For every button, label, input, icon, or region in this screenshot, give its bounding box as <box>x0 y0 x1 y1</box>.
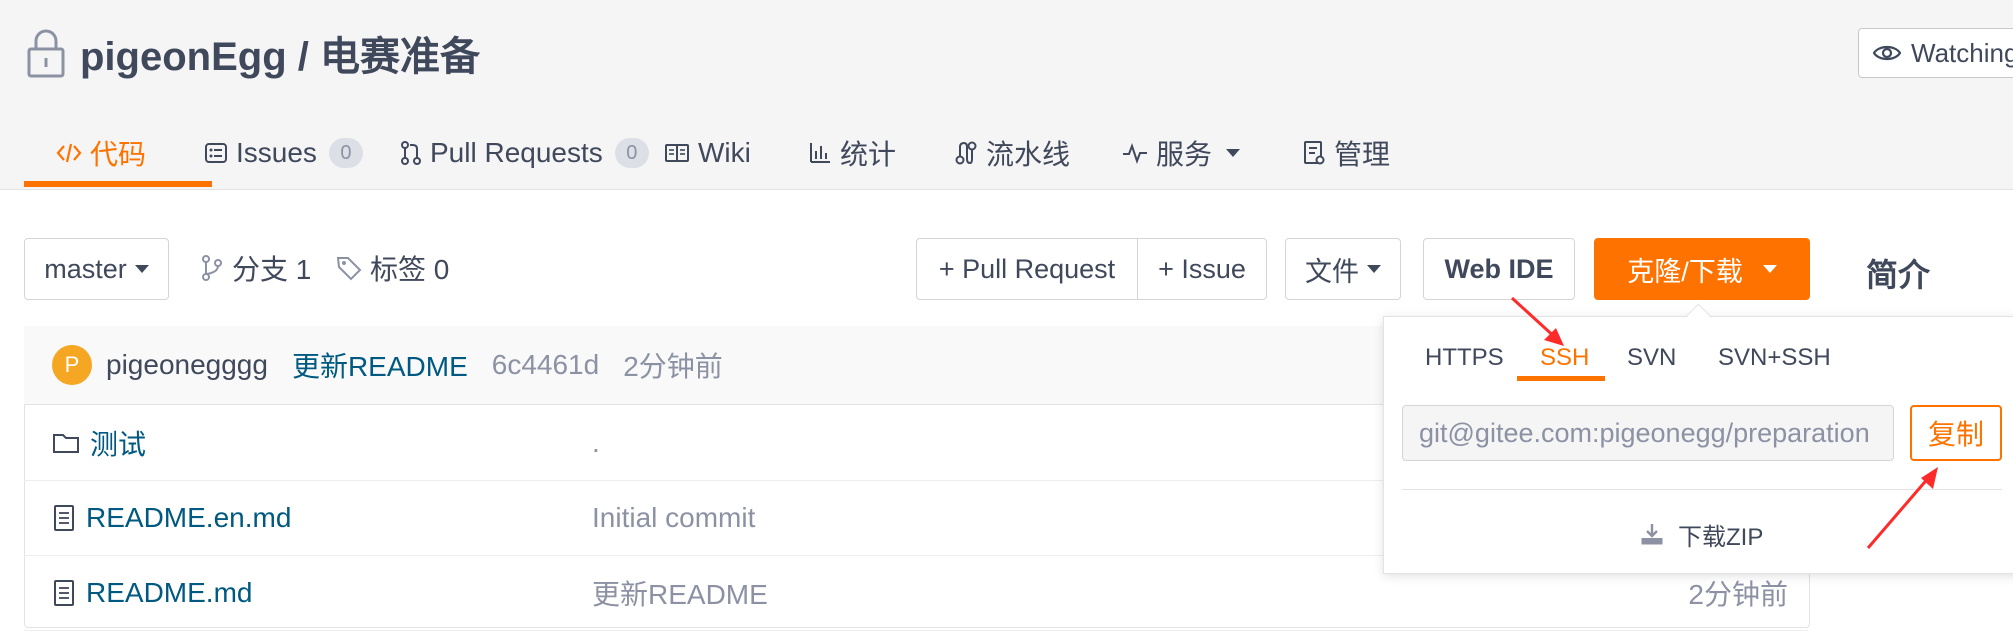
bar-chart-icon <box>810 143 830 163</box>
active-tab-indicator <box>24 181 212 187</box>
file-commit-message[interactable]: 更新README <box>592 555 768 630</box>
tab-stats[interactable]: 统计 <box>808 118 896 188</box>
branch-name: master <box>44 253 127 284</box>
commit-message[interactable]: 更新README <box>292 345 468 385</box>
chevron-down-icon <box>1226 149 1241 157</box>
file-name: README.en.md <box>86 501 292 533</box>
file-name-link[interactable]: README.md <box>52 555 252 630</box>
file-text-icon <box>54 579 74 606</box>
copy-button[interactable]: 复制 <box>1910 405 2002 461</box>
tab-services[interactable]: 服务 <box>1122 118 1241 188</box>
download-zip-link[interactable]: 下载ZIP <box>1640 514 1763 554</box>
tab-wiki[interactable]: Wiki <box>664 118 751 188</box>
file-name-link[interactable]: README.en.md <box>52 480 291 555</box>
tab-code-label: 代码 <box>90 139 147 170</box>
issues-icon <box>205 143 227 163</box>
repo-name[interactable]: pigeonEgg / 电赛准备 <box>80 24 480 82</box>
dropdown-divider <box>1402 489 2002 490</box>
lock-icon <box>27 29 65 78</box>
code-icon <box>56 143 82 163</box>
pulse-icon <box>1123 143 1147 164</box>
file-name: README.md <box>86 576 253 608</box>
new-issue-button[interactable]: + Issue <box>1137 238 1267 300</box>
tags-label: 标签 0 <box>370 254 450 285</box>
file-menu-button[interactable]: 文件 <box>1285 238 1401 300</box>
commit-hash[interactable]: 6c4461d <box>492 349 599 381</box>
tab-pull-requests[interactable]: Pull Requests 0 <box>400 118 649 188</box>
active-protocol-indicator <box>1517 376 1605 381</box>
tags-link[interactable]: 标签 0 <box>336 238 449 298</box>
file-name-link[interactable]: 测试 <box>52 405 146 480</box>
branches-label: 分支 1 <box>232 254 312 285</box>
download-zip-label: 下载ZIP <box>1678 523 1764 551</box>
tab-issues[interactable]: Issues 0 <box>204 118 363 188</box>
chevron-down-icon <box>1367 265 1381 273</box>
book-icon <box>665 144 689 162</box>
tab-code[interactable]: 代码 <box>56 118 146 188</box>
protocol-tab-https[interactable]: HTTPS <box>1425 338 1504 378</box>
tab-wiki-label: Wiki <box>698 137 751 168</box>
tab-pipeline[interactable]: 流水线 <box>954 118 1070 188</box>
file-commit-message[interactable]: Initial commit <box>592 480 755 555</box>
folder-icon <box>53 433 79 453</box>
pull-request-icon <box>401 141 421 165</box>
clone-download-label: 克隆/下载 <box>1627 256 1743 287</box>
chevron-down-icon <box>134 265 149 273</box>
branch-select[interactable]: master <box>24 238 169 300</box>
file-commit-message[interactable]: . <box>592 405 600 480</box>
watch-button[interactable]: Watching <box>1858 28 2013 78</box>
file-text-icon <box>54 504 74 531</box>
tab-manage-label: 管理 <box>1334 139 1391 170</box>
pull-requests-count-badge: 0 <box>614 138 649 168</box>
protocol-tab-svn-ssh[interactable]: SVN+SSH <box>1718 338 1831 378</box>
eye-icon <box>1873 45 1901 61</box>
tag-icon <box>336 257 362 281</box>
file-name: 测试 <box>90 428 147 460</box>
protocol-tab-svn[interactable]: SVN <box>1627 338 1676 378</box>
clone-download-button[interactable]: 克隆/下载 <box>1594 238 1810 300</box>
watch-label: Watching <box>1911 37 2013 68</box>
web-ide-button[interactable]: Web IDE <box>1423 238 1575 300</box>
chevron-down-icon <box>1762 265 1777 273</box>
file-menu-label: 文件 <box>1305 256 1359 287</box>
issues-count-badge: 0 <box>328 138 363 168</box>
tab-manage[interactable]: 管理 <box>1302 118 1390 188</box>
tab-issues-label: Issues <box>236 137 317 168</box>
manage-icon <box>1304 141 1325 165</box>
tab-services-label: 服务 <box>1156 139 1213 170</box>
repo-title: pigeonEgg / 电赛准备 <box>26 28 480 79</box>
pipeline-icon <box>955 141 977 165</box>
tab-stats-label: 统计 <box>840 139 897 170</box>
protocol-tab-ssh[interactable]: SSH <box>1540 338 1589 378</box>
commit-author[interactable]: pigeonegggg <box>106 349 268 381</box>
commit-time: 2分钟前 <box>623 351 723 382</box>
branch-icon <box>202 255 222 281</box>
clone-url-input[interactable]: git@gitee.com:pigeonegg/preparation <box>1402 405 1894 461</box>
new-pull-request-button[interactable]: + Pull Request <box>916 238 1138 300</box>
avatar[interactable]: P <box>52 345 92 385</box>
tab-pull-requests-label: Pull Requests <box>430 137 603 168</box>
intro-heading: 简介 <box>1866 257 1931 293</box>
download-icon <box>1641 524 1663 545</box>
tab-pipeline-label: 流水线 <box>986 139 1071 170</box>
branches-link[interactable]: 分支 1 <box>200 238 311 298</box>
